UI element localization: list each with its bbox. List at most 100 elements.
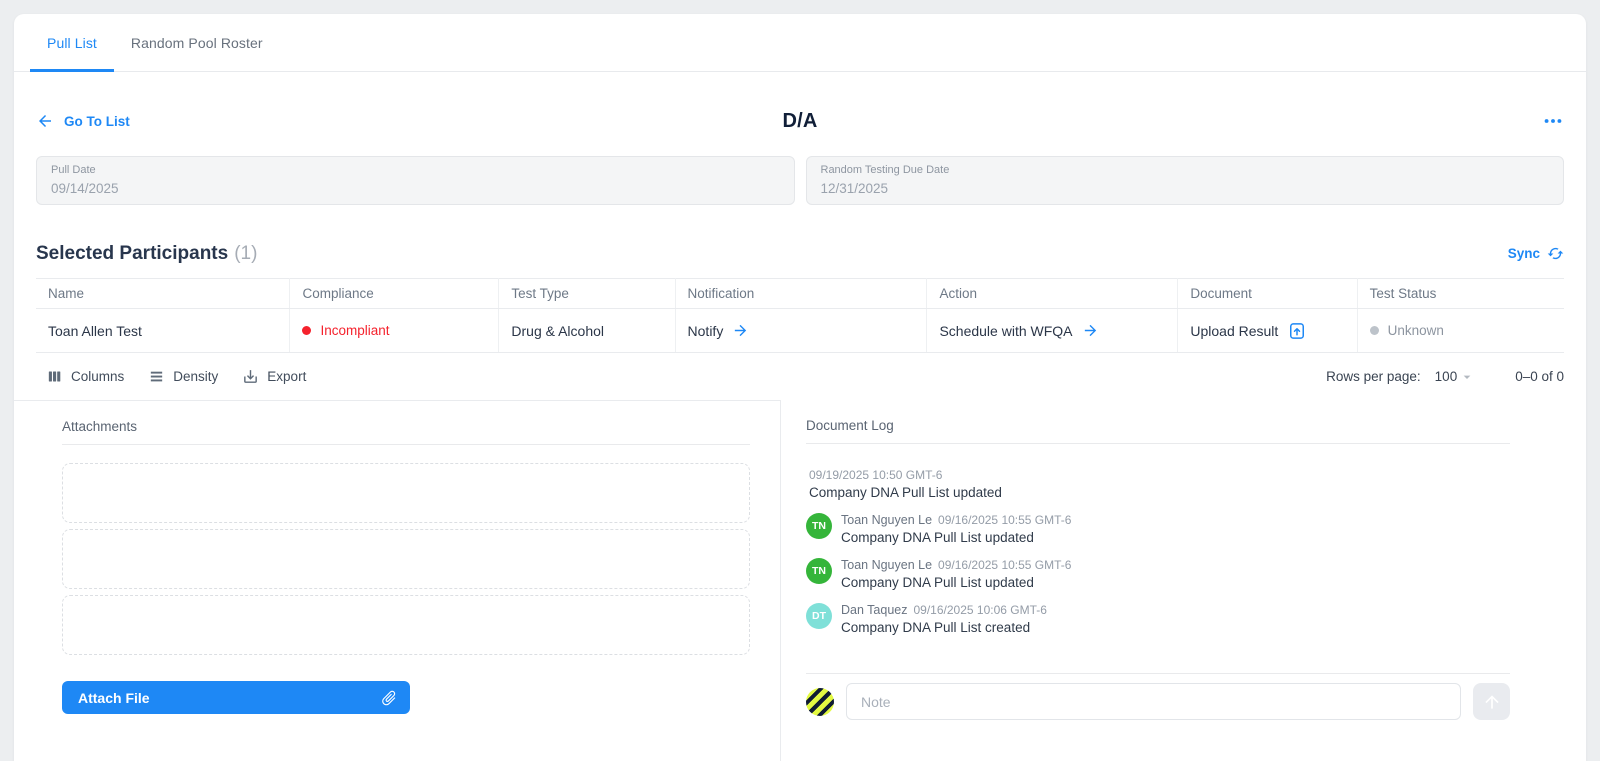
- log-message: Company DNA Pull List updated: [809, 485, 1002, 500]
- cell-test-type: Drug & Alcohol: [498, 308, 676, 353]
- arrow-left-icon: [36, 112, 54, 130]
- log-timestamp: 09/16/2025 10:55 GMT-6: [938, 558, 1072, 572]
- page-content: D/A Go To List Pull Date 09/14/2025 Rand…: [14, 108, 1586, 761]
- bottom-panels: Attachments Attach File Document Log 09/…: [14, 400, 1586, 761]
- column-header-action[interactable]: Action: [926, 278, 1179, 309]
- document-log-panel: Document Log 09/19/2025 10:50 GMT-6 Comp…: [780, 400, 1586, 761]
- sync-icon: [1547, 245, 1564, 262]
- pull-date-label: Pull Date: [51, 164, 96, 176]
- arrow-right-icon: [1082, 322, 1099, 339]
- selected-participants-header: Selected Participants (1) Sync: [36, 238, 1564, 265]
- arrow-right-icon: [732, 322, 749, 339]
- main-card: Pull List Random Pool Roster D/A Go To L…: [14, 14, 1586, 761]
- unknown-status-dot: [1369, 326, 1379, 335]
- go-to-list-label: Go To List: [64, 113, 130, 129]
- log-entry: 09/19/2025 10:50 GMT-6 Company DNA Pull …: [806, 468, 1510, 500]
- avatar: TN: [806, 513, 832, 539]
- column-header-name[interactable]: Name: [36, 278, 291, 309]
- log-message: Company DNA Pull List updated: [841, 575, 1034, 590]
- document-log-title: Document Log: [806, 418, 1510, 444]
- participants-count: (1): [234, 243, 258, 264]
- note-composer: [806, 683, 1510, 720]
- selected-participants-label: Selected Participants: [36, 243, 229, 264]
- more-menu-button[interactable]: [1542, 110, 1564, 132]
- more-horizontal-icon: [1542, 110, 1564, 132]
- avatar: DT: [806, 603, 832, 629]
- table-row[interactable]: Toan Allen Test Incompliant Drug & Alcoh…: [36, 308, 1564, 353]
- cell-test-status: Unknown: [1357, 308, 1564, 353]
- random-testing-due-date-field[interactable]: Random Testing Due Date 12/31/2025: [805, 156, 1564, 205]
- note-divider: [806, 673, 1510, 674]
- log-entry: TN Toan Nguyen Le 09/16/2025 10:55 GMT-6 …: [806, 558, 1510, 590]
- log-entry: TN Toan Nguyen Le 09/16/2025 10:55 GMT-6 …: [806, 513, 1510, 545]
- test-status-label: Unknown: [1387, 323, 1444, 338]
- selected-participants-title: Selected Participants (1): [36, 243, 257, 265]
- attachment-slot: [62, 463, 750, 523]
- cell-name: Toan Allen Test: [36, 308, 291, 353]
- pull-date-field[interactable]: Pull Date 09/14/2025: [36, 156, 795, 205]
- participants-table: Name Compliance Test Type Notification A…: [36, 278, 1564, 353]
- page-title: D/A: [782, 109, 818, 132]
- attach-file-label: Attach File: [78, 689, 150, 706]
- due-date-value: 12/31/2025: [820, 181, 889, 196]
- schedule-action-link[interactable]: Schedule with WFQA: [939, 322, 1165, 339]
- table-footer: Columns Density Export Rows per page: 10…: [36, 353, 1564, 400]
- caret-down-icon: [1459, 369, 1475, 385]
- log-timestamp: 09/16/2025 10:06 GMT-6: [913, 603, 1047, 617]
- export-button[interactable]: Export: [242, 368, 306, 385]
- tab-pull-list[interactable]: Pull List: [30, 14, 114, 72]
- notify-action-link[interactable]: Notify: [688, 322, 915, 339]
- file-upload-icon: [1287, 321, 1307, 341]
- cell-action: Schedule with WFQA: [926, 308, 1179, 353]
- due-date-label: Random Testing Due Date: [820, 164, 950, 176]
- download-icon: [242, 368, 259, 385]
- density-label: Density: [173, 369, 219, 384]
- columns-label: Columns: [71, 369, 125, 384]
- sync-label: Sync: [1507, 246, 1540, 261]
- column-header-test-type[interactable]: Test Type: [498, 278, 676, 309]
- attachments-panel: Attachments Attach File: [14, 400, 780, 761]
- go-to-list-link[interactable]: Go To List: [36, 112, 130, 130]
- log-message: Company DNA Pull List updated: [841, 530, 1034, 545]
- log-message: Company DNA Pull List created: [841, 620, 1031, 635]
- density-button[interactable]: Density: [148, 368, 218, 385]
- attachment-slot: [62, 595, 750, 655]
- sync-button[interactable]: Sync: [1508, 245, 1564, 265]
- note-input[interactable]: [846, 683, 1461, 720]
- table-header-row: Name Compliance Test Type Notification A…: [36, 278, 1564, 309]
- avatar: TN: [806, 558, 832, 584]
- log-user: Toan Nguyen Le: [841, 513, 933, 527]
- attachments-title: Attachments: [62, 419, 750, 445]
- columns-icon: [46, 368, 63, 385]
- cell-notification: Notify: [675, 308, 928, 353]
- rows-per-page-value: 100: [1434, 369, 1458, 384]
- column-header-document[interactable]: Document: [1177, 278, 1358, 309]
- log-timestamp: 09/19/2025 10:50 GMT-6: [809, 468, 943, 482]
- compliance-label: Incompliant: [320, 323, 390, 338]
- incompliant-status-dot: [302, 326, 312, 335]
- arrow-up-icon: [1482, 692, 1502, 712]
- columns-button[interactable]: Columns: [46, 368, 124, 385]
- column-header-test-status[interactable]: Test Status: [1357, 278, 1564, 309]
- upload-result-label: Upload Result: [1190, 322, 1279, 339]
- log-entry: DT Dan Taquez 09/16/2025 10:06 GMT-6 Comp…: [806, 603, 1510, 635]
- date-fields: Pull Date 09/14/2025 Random Testing Due …: [36, 156, 1564, 205]
- log-timestamp: 09/16/2025 10:55 GMT-6: [938, 513, 1072, 527]
- density-icon: [148, 368, 165, 385]
- cell-compliance: Incompliant: [289, 308, 500, 353]
- paperclip-icon: [376, 685, 401, 710]
- pull-date-value: 09/14/2025: [51, 181, 119, 196]
- rows-per-page-select[interactable]: 100: [1435, 369, 1476, 385]
- tab-random-pool-roster[interactable]: Random Pool Roster: [114, 14, 280, 71]
- tab-bar: Pull List Random Pool Roster: [14, 14, 1586, 72]
- column-header-notification[interactable]: Notification: [675, 278, 928, 309]
- column-header-compliance[interactable]: Compliance: [289, 278, 500, 309]
- schedule-label: Schedule with WFQA: [939, 322, 1073, 339]
- attach-file-button[interactable]: Attach File: [62, 681, 410, 714]
- notify-label: Notify: [687, 322, 724, 339]
- send-note-button[interactable]: [1473, 683, 1510, 720]
- cell-document: Upload Result: [1177, 308, 1358, 353]
- upload-result-link[interactable]: Upload Result: [1190, 321, 1344, 341]
- detail-header: D/A Go To List: [36, 108, 1564, 134]
- attachment-slot: [62, 529, 750, 589]
